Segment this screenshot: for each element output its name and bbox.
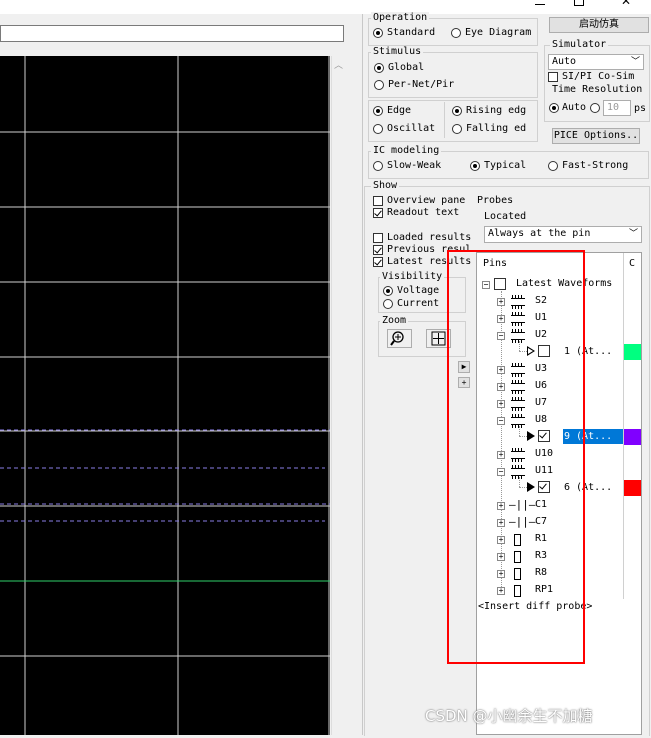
typical-radio[interactable] bbox=[470, 161, 480, 171]
start-simulation-button[interactable]: 启动仿真 bbox=[549, 17, 649, 33]
readout-text-label: Readout text bbox=[387, 207, 460, 218]
standard-radio[interactable] bbox=[373, 28, 383, 38]
visibility-title: Visibility bbox=[380, 271, 445, 283]
oscillate-radio[interactable] bbox=[373, 124, 383, 134]
fast-strong-label: Fast-Strong bbox=[562, 160, 629, 171]
zoom-in-button[interactable] bbox=[387, 329, 412, 348]
cosim-checkbox[interactable] bbox=[548, 72, 558, 82]
overview-pane-label: Overview pane bbox=[387, 195, 466, 206]
fast-strong-radio[interactable] bbox=[548, 161, 558, 171]
column-separator bbox=[623, 253, 624, 599]
pin-6-color-swatch[interactable] bbox=[624, 480, 641, 496]
voltage-label: Voltage bbox=[397, 285, 440, 296]
time-auto-label: Auto bbox=[562, 102, 587, 113]
slow-weak-label: Slow-Weak bbox=[387, 160, 442, 171]
per-net-label: Per-Net/Pir bbox=[388, 79, 455, 90]
loaded-results-label: Loaded results bbox=[387, 232, 472, 243]
eye-diagram-radio[interactable] bbox=[451, 28, 461, 38]
overview-pane-checkbox[interactable] bbox=[373, 196, 383, 206]
probes-title: Probes bbox=[477, 195, 514, 206]
stimulus-title: Stimulus bbox=[371, 46, 424, 58]
title-bar bbox=[0, 0, 651, 14]
per-net-radio[interactable] bbox=[374, 80, 384, 90]
splitter[interactable] bbox=[348, 14, 363, 735]
waveform-plot[interactable] bbox=[0, 56, 330, 735]
rising-edge-radio[interactable] bbox=[452, 106, 462, 116]
cosim-label: SI/PI Co-Sim bbox=[562, 71, 635, 82]
readout-text-checkbox[interactable] bbox=[373, 208, 383, 218]
eye-diagram-label: Eye Diagram bbox=[465, 27, 532, 38]
close-icon[interactable]: ✕ bbox=[621, 0, 631, 7]
waveform-grid bbox=[0, 56, 330, 735]
typical-label: Typical bbox=[484, 160, 527, 171]
show-title: Show bbox=[371, 180, 400, 192]
falling-edge-radio[interactable] bbox=[452, 124, 462, 134]
rising-edge-label: Rising edg bbox=[466, 105, 527, 116]
standard-label: Standard bbox=[387, 27, 436, 38]
voltage-radio[interactable] bbox=[383, 286, 393, 296]
time-auto-radio[interactable] bbox=[549, 103, 559, 113]
current-radio[interactable] bbox=[383, 299, 393, 309]
located-label: Located bbox=[484, 211, 527, 222]
edge-label: Edge bbox=[387, 105, 412, 116]
color-column-header: C bbox=[629, 258, 636, 269]
stimulus-group bbox=[368, 52, 538, 98]
ic-modeling-title: IC modeling bbox=[371, 145, 442, 157]
watermark: CSDN @小幽余生不加糖 bbox=[425, 707, 593, 725]
oscillate-label: Oscillat bbox=[387, 123, 436, 134]
time-resolution-title: Time Resolution bbox=[552, 84, 643, 95]
maximize-icon[interactable] bbox=[574, 0, 584, 6]
slow-weak-radio[interactable] bbox=[373, 161, 383, 171]
scroll-up-icon[interactable]: ︿ bbox=[334, 58, 343, 71]
pin-9-color-swatch[interactable] bbox=[624, 429, 641, 445]
highlight-box bbox=[447, 250, 585, 664]
waveform-scrollbar[interactable] bbox=[331, 56, 349, 735]
zoom-title: Zoom bbox=[380, 315, 409, 327]
current-label: Current bbox=[397, 298, 440, 309]
latest-results-checkbox[interactable] bbox=[373, 257, 383, 267]
edge-radio[interactable] bbox=[373, 106, 383, 116]
chevron-down-icon: ﹀ bbox=[630, 57, 640, 67]
previous-results-checkbox[interactable] bbox=[373, 245, 383, 255]
time-resolution-value: 10 bbox=[607, 102, 620, 113]
edge-divider bbox=[444, 102, 445, 138]
waveform-toolbar-field[interactable] bbox=[0, 25, 344, 42]
time-custom-radio[interactable] bbox=[590, 103, 600, 113]
located-value: Always at the pin bbox=[488, 228, 591, 239]
simulator-title: Simulator bbox=[550, 39, 609, 51]
loaded-results-checkbox[interactable] bbox=[373, 233, 383, 243]
simulator-value: Auto bbox=[552, 56, 577, 67]
time-resolution-input[interactable]: 10 bbox=[603, 100, 631, 116]
magnifier-icon bbox=[390, 331, 404, 346]
chevron-down-icon: ﹀ bbox=[628, 229, 638, 239]
minimize-icon[interactable] bbox=[535, 0, 545, 5]
operation-title: Operation bbox=[371, 12, 430, 24]
simulator-select[interactable]: Auto ﹀ bbox=[548, 54, 644, 70]
spice-options-button[interactable]: PICE Options.. bbox=[552, 128, 640, 144]
falling-edge-label: Falling ed bbox=[466, 123, 527, 134]
pin-1-color-swatch[interactable] bbox=[624, 344, 641, 360]
located-select[interactable]: Always at the pin ﹀ bbox=[484, 226, 642, 243]
time-unit-label: ps bbox=[634, 103, 647, 114]
global-label: Global bbox=[388, 62, 425, 73]
global-radio[interactable] bbox=[374, 63, 384, 73]
